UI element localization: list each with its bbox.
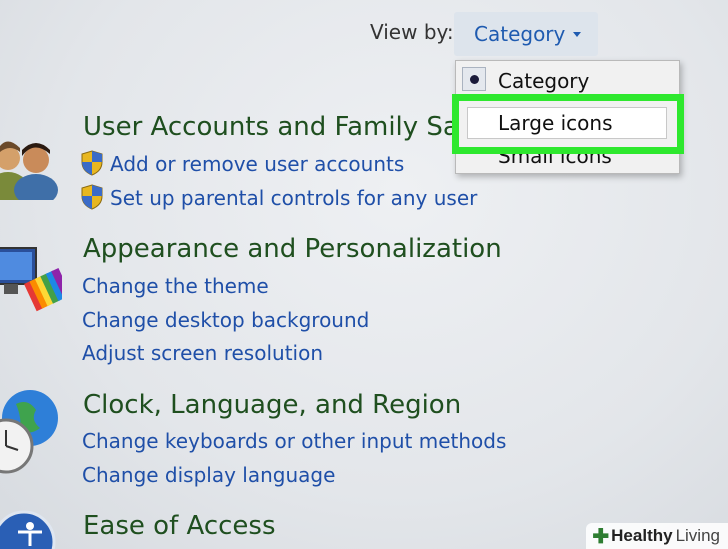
section-title-appearance[interactable]: Appearance and Personalization — [83, 234, 502, 264]
chevron-down-icon — [573, 31, 582, 37]
view-by-label: View by: — [370, 20, 454, 44]
watermark-suffix: Living — [675, 526, 720, 545]
link-change-display-language[interactable]: Change display language — [82, 463, 335, 487]
ease-of-access-icon — [0, 510, 56, 549]
menu-item-small-icons[interactable]: Small icons — [498, 144, 612, 168]
appearance-monitor-icon — [0, 247, 62, 312]
section-title-ease-of-access[interactable]: Ease of Access — [83, 511, 276, 541]
link-adjust-screen-resolution[interactable]: Adjust screen resolution — [82, 341, 323, 365]
menu-item-category[interactable]: Category — [498, 69, 589, 93]
link-change-desktop-background[interactable]: Change desktop background — [82, 308, 369, 332]
plus-logo-icon: ✚ — [592, 525, 610, 548]
clock-globe-icon — [0, 390, 58, 474]
users-icon — [0, 141, 58, 200]
link-add-remove-user-accounts[interactable]: Add or remove user accounts — [110, 152, 404, 176]
shield-icon — [81, 184, 103, 210]
view-by-dropdown-button[interactable]: Category — [454, 12, 598, 56]
link-change-keyboards[interactable]: Change keyboards or other input methods — [82, 429, 506, 453]
view-by-menu: Category Large icons Small icons — [455, 60, 680, 174]
section-title-user-accounts[interactable]: User Accounts and Family Sa — [83, 112, 459, 142]
link-change-theme[interactable]: Change the theme — [82, 274, 269, 298]
watermark-brand: Healthy — [611, 526, 673, 545]
view-by-control: View by: Category — [370, 12, 598, 56]
section-title-clock-language-region[interactable]: Clock, Language, and Region — [83, 390, 461, 420]
shield-icon — [81, 150, 103, 176]
view-by-selected: Category — [474, 22, 566, 46]
link-parental-controls[interactable]: Set up parental controls for any user — [110, 186, 477, 210]
radio-selected-icon — [462, 67, 486, 91]
healthy-living-watermark: ✚ Healthy Living — [586, 523, 728, 549]
menu-item-large-icons[interactable]: Large icons — [498, 111, 613, 135]
